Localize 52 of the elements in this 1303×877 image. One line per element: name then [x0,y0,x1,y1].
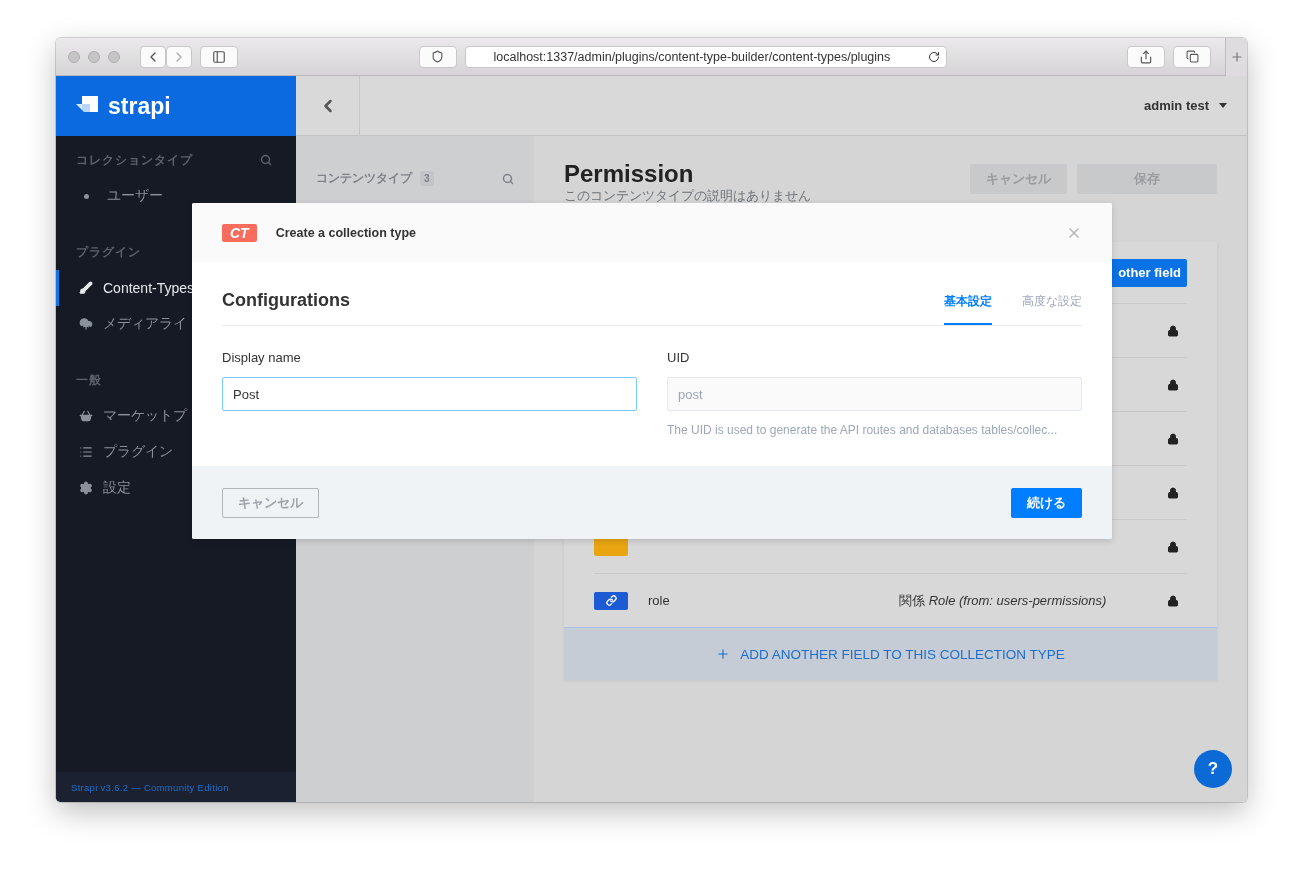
settings-icon [79,481,93,495]
share-icon [1139,49,1153,64]
window-minimize-button[interactable] [88,50,100,63]
logo[interactable]: strapi [56,76,296,136]
sidebar-icon [212,49,226,64]
field-hint: The UID is used to generate the API routes and databases tables/collec... [667,423,1059,437]
window-zoom-button[interactable] [108,50,120,63]
back-button[interactable] [140,45,166,68]
add-field-bar[interactable]: ADD ANOTHER FIELD TO THIS COLLECTION TYPE [564,627,1217,680]
basket-icon [79,409,93,423]
count-badge: 3 [420,171,434,186]
input-field[interactable]: Post [222,377,637,411]
dialog-title: Create a collection type [275,225,416,240]
version-text: Strapi v3.6.2 — Community Edition [56,772,296,802]
tabs-button[interactable] [1173,45,1211,68]
field-type: 関係 Role (from: users-permissions) [899,591,1108,610]
tabs-icon [1185,50,1199,63]
collection-type-badge: CT [222,223,257,242]
page-title: Permission [564,160,695,188]
panel-title: コンテンツタイプ [316,170,412,187]
brush-icon [79,281,93,295]
field-label: Display name [222,350,302,365]
search-icon[interactable] [260,154,272,166]
plus-icon [1229,49,1244,64]
url-field[interactable]: localhost:1337/admin/plugins/content-type-builder/content-types/plugins [464,45,947,68]
share-button[interactable] [1127,45,1165,68]
new-tab-button[interactable] [1225,38,1247,76]
page-description: このコンテンツタイプの説明はありません [564,188,811,205]
cloud-upload-icon [79,317,93,331]
shield-icon [431,50,444,63]
user-menu[interactable]: admin test [1144,98,1227,113]
forward-button[interactable] [166,45,192,68]
sidebar-item[interactable]: プラグイン [56,434,296,470]
help-button[interactable]: ? [1194,750,1232,788]
list-icon [79,445,93,459]
sidebar-item[interactable]: ユーザー [56,178,296,214]
bullet-icon [84,193,89,199]
window-close-button[interactable] [68,50,80,63]
field-name: role [648,593,671,608]
caret-icon [1219,103,1227,108]
search-icon[interactable] [502,172,514,185]
continue-button[interactable]: 続ける [1011,487,1082,518]
sidebar-section-title: コレクションタイプ [76,151,193,169]
privacy-button[interactable] [418,45,457,68]
sidebar-toggle-button[interactable] [200,45,238,68]
reload-icon[interactable] [927,50,940,63]
sidebar-section-title: プラグイン [76,243,141,261]
sidebar-section-title: 一般 [76,371,102,389]
relation-type-icon [594,591,628,610]
plus-icon [716,647,731,661]
field-label: UID [667,350,691,365]
tab[interactable]: 基本設定 [944,293,992,325]
